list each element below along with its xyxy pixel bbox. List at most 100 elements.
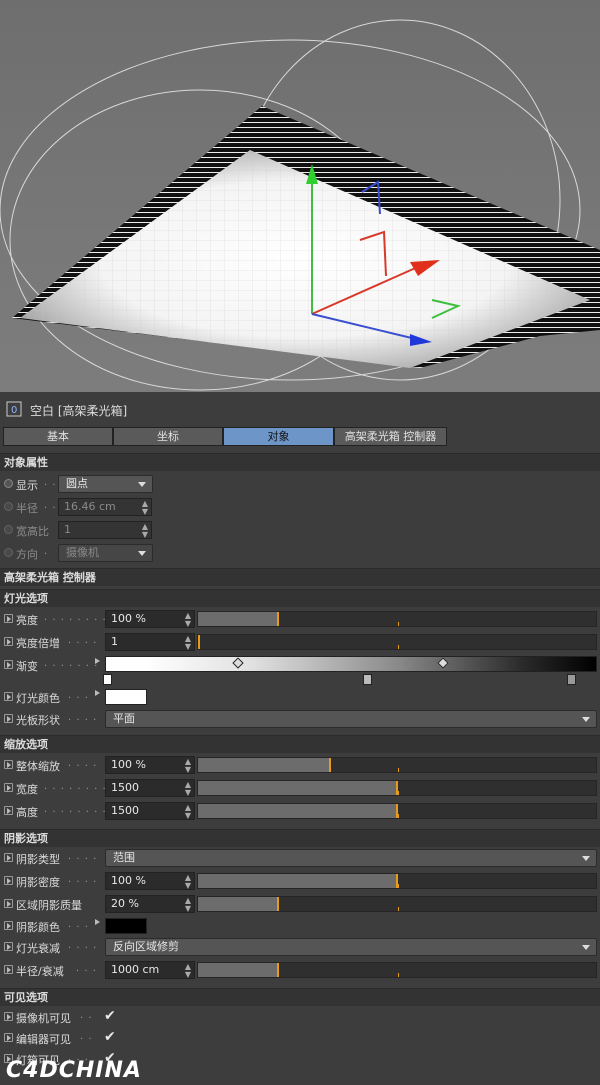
keyframe-icon[interactable] — [4, 783, 13, 792]
shadow-quality-label: 区域阴影质量 — [16, 899, 82, 912]
row-editor-visible: 编辑器可见 . . ✔ — [0, 1027, 600, 1049]
brightness-field[interactable]: 100 % ▲ ▼ — [105, 610, 195, 628]
brightness-slider[interactable] — [197, 611, 597, 627]
orientation-dropdown[interactable]: 摄像机 — [58, 544, 153, 562]
keyframe-icon[interactable] — [4, 899, 13, 908]
row-aspect: 宽高比 1 ▲ ▼ — [0, 519, 600, 541]
viewport-scene — [0, 19, 600, 391]
row-shadow-color: 阴影颜色 . . . — [0, 915, 600, 937]
keyframe-icon[interactable] — [4, 637, 13, 646]
expand-icon[interactable] — [95, 919, 100, 925]
shadow-type-label: 阴影类型 — [16, 853, 60, 866]
keyframe-icon[interactable] — [4, 660, 13, 669]
panel-shape-dropdown[interactable]: 平面 — [105, 710, 597, 728]
watermark-logo: C4DCHINA — [6, 1058, 142, 1083]
tab-coordinates[interactable]: 坐标 — [113, 427, 223, 446]
keyframe-icon[interactable] — [4, 921, 13, 930]
keyframe-icon[interactable] — [4, 692, 13, 701]
row-falloff: 灯光衰减 . . . . 反向区域修剪 — [0, 936, 600, 958]
shadow-density-field[interactable]: 100 % ▲ ▼ — [105, 872, 195, 890]
row-light-color: 灯光颜色 . . . — [0, 686, 600, 708]
shadow-radius-slider[interactable] — [197, 962, 597, 978]
keyframe-icon[interactable] — [4, 853, 13, 862]
keyframe-radio[interactable] — [4, 479, 13, 488]
gradient-label: 渐变 — [16, 660, 38, 673]
row-orientation: 方向 . 摄像机 — [0, 542, 600, 564]
shadow-type-dropdown[interactable]: 范围 — [105, 849, 597, 867]
gradient-stop[interactable] — [103, 674, 112, 685]
section-object-props: 对象属性 — [0, 453, 600, 471]
brightness-label: 亮度 — [16, 614, 38, 627]
expand-icon[interactable] — [95, 658, 100, 664]
shadow-quality-field[interactable]: 20 % ▲ ▼ — [105, 895, 195, 913]
camera-visible-label: 摄像机可见 — [16, 1012, 71, 1025]
keyframe-icon[interactable] — [4, 942, 13, 951]
keyframe-icon[interactable] — [4, 714, 13, 723]
falloff-dropdown[interactable]: 反向区域修剪 — [105, 938, 597, 956]
keyframe-radio[interactable] — [4, 548, 13, 557]
aspect-label: 宽高比 — [16, 525, 49, 538]
height-field[interactable]: 1500 ▲ ▼ — [105, 802, 195, 820]
display-label: 显示 — [16, 479, 38, 492]
falloff-label: 灯光衰减 — [16, 942, 60, 955]
height-slider[interactable] — [197, 803, 597, 819]
camera-visible-checkbox[interactable]: ✔ — [104, 1008, 116, 1024]
3d-viewport[interactable] — [0, 0, 600, 392]
keyframe-icon[interactable] — [4, 760, 13, 769]
row-overall-scale: 整体缩放 . . . . 100 % ▲ ▼ — [0, 754, 600, 776]
editor-visible-checkbox[interactable]: ✔ — [104, 1029, 116, 1045]
keyframe-icon[interactable] — [4, 614, 13, 623]
width-label: 宽度 — [16, 783, 38, 796]
section-shadow: 阴影选项 — [0, 829, 600, 847]
row-brightness: 亮度 . . . . . . . . 100 % ▲ ▼ — [0, 608, 600, 630]
section-scale: 缩放选项 — [0, 735, 600, 753]
panel-shape-label: 光板形状 — [16, 714, 60, 727]
shadow-quality-slider[interactable] — [197, 896, 597, 912]
row-multiplier: 亮度倍增 . . . . 1 ▲ ▼ — [0, 631, 600, 653]
overall-scale-label: 整体缩放 — [16, 760, 60, 773]
gradient-bar[interactable] — [105, 656, 597, 672]
overall-scale-field[interactable]: 100 % ▲ ▼ — [105, 756, 195, 774]
width-slider[interactable] — [197, 780, 597, 796]
row-gradient: 渐变 . . . . . . . — [0, 654, 600, 688]
keyframe-icon[interactable] — [4, 876, 13, 885]
expand-icon[interactable] — [95, 690, 100, 696]
keyframe-icon[interactable] — [4, 1012, 13, 1021]
row-display: 显示 . . 圆点 — [0, 473, 600, 495]
radius-label: 半径 — [16, 502, 38, 515]
row-panel-shape: 光板形状 . . . . 平面 — [0, 708, 600, 730]
keyframe-icon[interactable] — [4, 1033, 13, 1042]
multiplier-slider[interactable] — [197, 634, 597, 650]
gradient-stop[interactable] — [567, 674, 576, 685]
row-shadow-density: 阴影密度 . . . . 100 % ▲ ▼ — [0, 870, 600, 892]
aspect-field[interactable]: 1 ▲ ▼ — [58, 521, 152, 539]
tab-softbox-controller[interactable]: 高架柔光箱 控制器 — [334, 427, 447, 446]
orientation-label: 方向 — [16, 548, 38, 561]
light-color-swatch[interactable] — [105, 689, 147, 705]
svg-text:0: 0 — [11, 405, 17, 416]
attributes-panel: 0 空白 [高架柔光箱] 基本 坐标 对象 高架柔光箱 控制器 对象属性 显示 … — [0, 392, 600, 1085]
shadow-density-slider[interactable] — [197, 873, 597, 889]
tab-bar: 基本 坐标 对象 高架柔光箱 控制器 — [3, 427, 447, 446]
width-field[interactable]: 1500 ▲ ▼ — [105, 779, 195, 797]
row-height: 高度 . . . . . . . . 1500 ▲ ▼ — [0, 800, 600, 822]
overall-scale-slider[interactable] — [197, 757, 597, 773]
keyframe-icon[interactable] — [4, 965, 13, 974]
shadow-color-label: 阴影颜色 — [16, 921, 60, 934]
keyframe-radio[interactable] — [4, 525, 13, 534]
null-object-icon: 0 — [6, 401, 22, 417]
shadow-color-swatch[interactable] — [105, 918, 147, 934]
row-shadow-quality: 区域阴影质量 20 % ▲ ▼ — [0, 893, 600, 915]
shadow-radius-field[interactable]: 1000 cm ▲ ▼ — [105, 961, 195, 979]
radius-field[interactable]: 16.46 cm ▲ ▼ — [58, 498, 152, 516]
display-dropdown[interactable]: 圆点 — [58, 475, 153, 493]
gradient-stop[interactable] — [363, 674, 372, 685]
keyframe-radio[interactable] — [4, 502, 13, 511]
section-visibility: 可见选项 — [0, 988, 600, 1006]
object-header: 0 空白 [高架柔光箱] — [0, 396, 600, 422]
multiplier-field[interactable]: 1 ▲ ▼ — [105, 633, 195, 651]
object-title: 空白 [高架柔光箱] — [30, 404, 128, 418]
tab-object[interactable]: 对象 — [223, 427, 334, 446]
keyframe-icon[interactable] — [4, 806, 13, 815]
tab-basic[interactable]: 基本 — [3, 427, 113, 446]
